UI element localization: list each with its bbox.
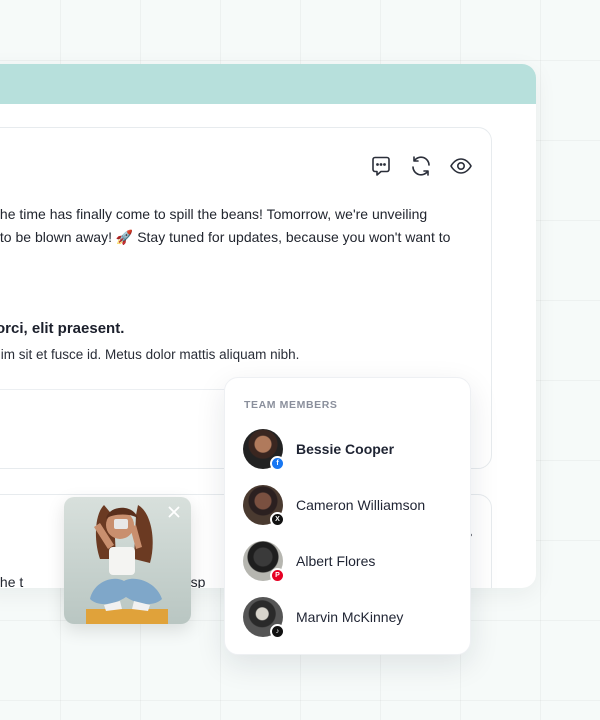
avatar: ♪ <box>243 597 285 639</box>
team-member-item[interactable]: P Albert Flores <box>243 540 463 583</box>
team-members-title: TEAM MEMBERS <box>244 399 338 411</box>
team-member-name: Albert Flores <box>296 553 376 569</box>
team-member-item[interactable]: X Cameron Williamson <box>243 484 463 527</box>
team-member-name: Cameron Williamson <box>296 497 426 513</box>
team-members-popover: TEAM MEMBERS f Bessie Cooper X Cameron W… <box>224 377 471 655</box>
close-icon[interactable] <box>167 505 181 519</box>
comment-icon[interactable] <box>369 154 393 178</box>
post-text-line-1: , and the time has finally come to spill… <box>0 206 428 222</box>
panel-header <box>0 64 536 104</box>
avatar: P <box>243 541 285 583</box>
x-icon: X <box>270 512 285 527</box>
team-member-item[interactable]: f Bessie Cooper <box>243 428 463 471</box>
attached-photo[interactable] <box>64 497 191 624</box>
team-member-item[interactable]: ♪ Marvin McKinney <box>243 596 463 639</box>
post-text-fragment-left: , and the t <box>0 574 24 588</box>
post-actions <box>369 154 473 178</box>
tiktok-icon: ♪ <box>270 624 285 639</box>
post-heading: ibus orci, elit praesent. <box>0 320 125 337</box>
refresh-icon[interactable] <box>409 154 433 178</box>
post-subtext: stie enim sit et fusce id. Metus dolor m… <box>0 347 300 362</box>
eye-icon[interactable] <box>449 154 473 178</box>
avatar: X <box>243 485 285 527</box>
pinterest-icon: P <box>270 568 285 583</box>
post-text-line-2: ready to be blown away! 🚀 Stay tuned for… <box>0 229 451 245</box>
team-member-name: Marvin McKinney <box>296 609 404 625</box>
facebook-icon: f <box>270 456 285 471</box>
avatar: f <box>243 429 285 471</box>
team-member-name: Bessie Cooper <box>296 441 395 457</box>
